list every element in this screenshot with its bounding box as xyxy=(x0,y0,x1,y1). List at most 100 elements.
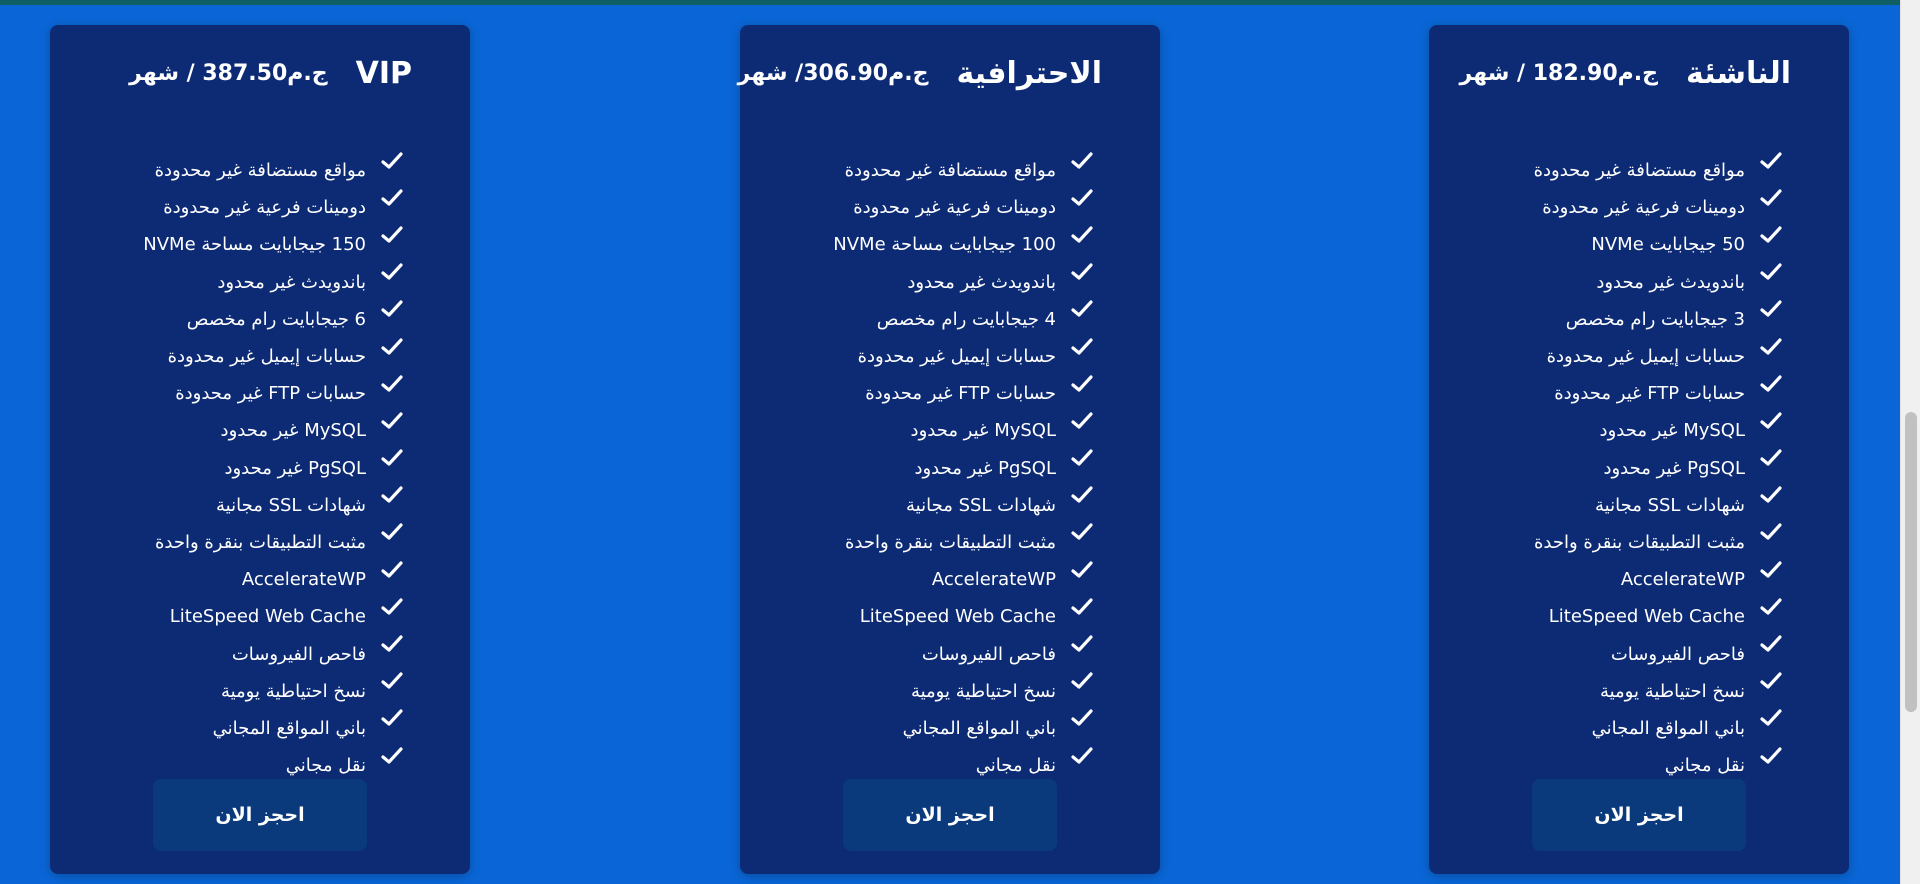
plan-price: ج.م387.50 / شهر xyxy=(129,60,328,86)
feature-text: PgSQL غير محدود xyxy=(1603,457,1745,479)
check-icon xyxy=(1755,485,1783,509)
feature-list: مواقع مستضافة غير محدودة دومينات فرعية غي… xyxy=(754,151,1094,784)
feature-item: LiteSpeed Web Cache xyxy=(64,598,404,635)
feature-text: دومينات فرعية غير محدودة xyxy=(163,197,366,219)
check-icon xyxy=(1066,188,1094,212)
check-icon xyxy=(1755,299,1783,323)
feature-text: شهادات SSL مجانية xyxy=(1595,494,1745,516)
feature-item: باني المواقع المجاني xyxy=(64,709,404,747)
feature-item: نسخ احتياطية يومية xyxy=(754,671,1094,710)
feature-text: 6 جيجابايت رام مخصص xyxy=(186,308,366,330)
feature-item: MySQL غير محدود xyxy=(64,412,404,449)
plan-header: VIP ج.م387.50 / شهر xyxy=(70,53,412,93)
feature-item: حسابات FTP غير محدودة xyxy=(64,375,404,412)
plan-header: الناشئة ج.م182.90 / شهر xyxy=(1449,53,1791,93)
feature-item: PgSQL غير محدود xyxy=(754,448,1094,487)
feature-list: مواقع مستضافة غير محدودة دومينات فرعية غي… xyxy=(64,151,404,784)
check-icon xyxy=(1066,337,1094,361)
feature-text: 100 جيجابايت مساحة NVMe xyxy=(833,234,1056,256)
plan-card-starter: الناشئة ج.م182.90 / شهر مواقع مستضافة غي… xyxy=(1429,25,1849,874)
feature-text: باندويدث غير محدود xyxy=(217,271,366,293)
feature-item: دومينات فرعية غير محدودة xyxy=(1443,189,1783,226)
feature-item: مواقع مستضافة غير محدودة xyxy=(64,151,404,189)
feature-item: فاحص الفيروسات xyxy=(754,635,1094,672)
feature-item: مواقع مستضافة غير محدودة xyxy=(1443,151,1783,189)
feature-text: 4 جيجابايت رام مخصص xyxy=(876,308,1056,330)
feature-text: PgSQL غير محدود xyxy=(224,457,366,479)
check-icon xyxy=(376,262,404,286)
feature-item: 100 جيجابايت مساحة NVMe xyxy=(754,226,1094,263)
feature-item: AccelerateWP xyxy=(754,561,1094,598)
feature-text: فاحص الفيروسات xyxy=(921,643,1056,665)
feature-text: دومينات فرعية غير محدودة xyxy=(1542,197,1745,219)
check-icon xyxy=(1066,560,1094,584)
check-icon xyxy=(1755,522,1783,546)
feature-text: شهادات SSL مجانية xyxy=(216,494,366,516)
feature-item: PgSQL غير محدود xyxy=(64,448,404,487)
check-icon xyxy=(376,671,404,695)
feature-item: مثبت التطبيقات بنقرة واحدة xyxy=(1443,522,1783,561)
feature-text: 150 جيجابايت مساحة NVMe xyxy=(143,234,366,256)
feature-list: مواقع مستضافة غير محدودة دومينات فرعية غي… xyxy=(1443,151,1783,784)
feature-item: باني المواقع المجاني xyxy=(754,709,1094,747)
check-icon xyxy=(1066,671,1094,695)
check-icon xyxy=(1066,634,1094,658)
check-icon xyxy=(1755,448,1783,472)
feature-item: LiteSpeed Web Cache xyxy=(754,598,1094,635)
feature-item: مثبت التطبيقات بنقرة واحدة xyxy=(64,522,404,561)
feature-text: LiteSpeed Web Cache xyxy=(859,606,1056,628)
check-icon xyxy=(1755,374,1783,398)
check-icon xyxy=(1066,485,1094,509)
check-icon xyxy=(1066,448,1094,472)
feature-text: مثبت التطبيقات بنقرة واحدة xyxy=(1533,531,1745,553)
check-icon xyxy=(376,299,404,323)
book-now-button[interactable]: احجز الان xyxy=(843,779,1057,851)
feature-text: باندويدث غير محدود xyxy=(907,271,1056,293)
check-icon xyxy=(376,485,404,509)
check-icon xyxy=(376,337,404,361)
feature-item: AccelerateWP xyxy=(1443,561,1783,598)
check-icon xyxy=(1755,671,1783,695)
check-icon xyxy=(1755,337,1783,361)
feature-text: مثبت التطبيقات بنقرة واحدة xyxy=(154,531,366,553)
check-icon xyxy=(376,448,404,472)
feature-text: حسابات إيميل غير محدودة xyxy=(167,346,366,368)
feature-item: حسابات إيميل غير محدودة xyxy=(754,337,1094,375)
plan-title: الاحترافية xyxy=(956,55,1102,91)
check-icon xyxy=(376,634,404,658)
feature-item: نسخ احتياطية يومية xyxy=(1443,671,1783,710)
feature-item: حسابات إيميل غير محدودة xyxy=(1443,337,1783,375)
feature-item: فاحص الفيروسات xyxy=(64,635,404,672)
feature-item: حسابات FTP غير محدودة xyxy=(1443,375,1783,412)
check-icon xyxy=(1066,522,1094,546)
feature-item: مواقع مستضافة غير محدودة xyxy=(754,151,1094,189)
book-now-button[interactable]: احجز الان xyxy=(153,779,367,851)
check-icon xyxy=(1066,374,1094,398)
check-icon xyxy=(1066,151,1094,175)
check-icon xyxy=(1066,262,1094,286)
check-icon xyxy=(1755,188,1783,212)
feature-item: نسخ احتياطية يومية xyxy=(64,671,404,710)
check-icon xyxy=(376,597,404,621)
book-now-button[interactable]: احجز الان xyxy=(1532,779,1746,851)
feature-item: PgSQL غير محدود xyxy=(1443,448,1783,487)
scrollbar-thumb[interactable] xyxy=(1905,412,1917,712)
check-icon xyxy=(1755,151,1783,175)
check-icon xyxy=(1066,411,1094,435)
feature-text: LiteSpeed Web Cache xyxy=(169,606,366,628)
feature-text: مواقع مستضافة غير محدودة xyxy=(154,160,366,182)
check-icon xyxy=(1755,746,1783,770)
feature-text: 50 جيجابايت NVMe xyxy=(1591,234,1745,256)
feature-item: AccelerateWP xyxy=(64,561,404,598)
feature-text: فاحص الفيروسات xyxy=(1610,643,1745,665)
feature-item: MySQL غير محدود xyxy=(754,412,1094,449)
check-icon xyxy=(1066,299,1094,323)
check-icon xyxy=(1755,634,1783,658)
feature-text: دومينات فرعية غير محدودة xyxy=(853,197,1056,219)
check-icon xyxy=(1755,262,1783,286)
page-scrollbar[interactable] xyxy=(1900,0,1920,884)
feature-item: 150 جيجابايت مساحة NVMe xyxy=(64,226,404,263)
check-icon xyxy=(1066,597,1094,621)
feature-text: PgSQL غير محدود xyxy=(914,457,1056,479)
check-icon xyxy=(376,522,404,546)
